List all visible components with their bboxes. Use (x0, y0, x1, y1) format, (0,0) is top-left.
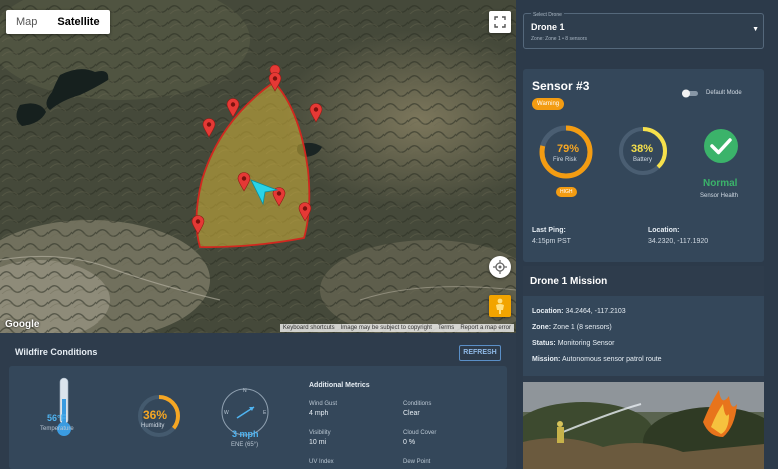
status-badge: Warning (532, 98, 565, 110)
map-type-toggle[interactable]: Map Satellite (6, 10, 110, 34)
mission-row-value: Autonomous sensor patrol route (561, 356, 662, 363)
metric-label: UV Index (309, 459, 334, 465)
mission-row-value: Monitoring Sensor (557, 340, 615, 347)
metric-label: Wind Gust (309, 401, 338, 407)
humidity-value: 36% (143, 408, 168, 422)
battery-label: Battery (633, 157, 653, 163)
metric-value: Clear (403, 410, 420, 417)
drone-arrow-icon[interactable] (249, 178, 279, 206)
wildfire-conditions-panel: Wildfire Conditions REFRESH 56°F Tempera… (0, 333, 516, 469)
attrib-copyright: Image may be subject to copyright (340, 325, 432, 331)
sensor-pin[interactable] (191, 215, 205, 235)
last-ping-value: 4:15pm PST (532, 238, 571, 245)
temperature-label: Temperature (40, 426, 74, 432)
map-attribution: Keyboard shortcuts Image may be subject … (279, 324, 514, 332)
location-label: Location: (648, 227, 680, 234)
drone-select[interactable]: Select Drone Drone 1 Zone: Zone 1 • 8 se… (523, 12, 764, 49)
sensor-pin[interactable] (202, 118, 216, 138)
metric-label: Cloud Cover (403, 430, 437, 436)
mission-title: Drone 1 Mission (530, 276, 608, 287)
compass-w: W (224, 410, 229, 416)
dropdown-caret-icon: ▼ (752, 26, 759, 33)
drone-select-value: Drone 1 (531, 22, 565, 32)
default-mode-label: Default Mode (706, 90, 742, 96)
drone-select-subtitle: Zone: Zone 1 • 8 sensors (531, 36, 587, 42)
metric-label: Visibility (309, 430, 331, 436)
default-mode-toggle[interactable] (681, 89, 699, 98)
attrib-shortcuts[interactable]: Keyboard shortcuts (283, 325, 335, 331)
firefighting-photo (523, 382, 764, 469)
mission-location: Location: 34.2464, -117.2103 (532, 308, 626, 315)
map-type-satellite[interactable]: Satellite (47, 10, 109, 34)
wildfire-conditions-title: Wildfire Conditions (15, 347, 98, 357)
mission-row-label: Mission: (532, 356, 561, 363)
fullscreen-button[interactable] (489, 11, 511, 33)
fire-risk-label: Fire Risk (553, 157, 577, 163)
google-logo: Google (5, 319, 40, 330)
attrib-report[interactable]: Report a map error (460, 325, 511, 331)
mission-status: Status: Monitoring Sensor (532, 340, 615, 347)
sensor-pin[interactable] (226, 98, 240, 118)
last-ping-label: Last Ping: (532, 227, 566, 234)
metric-label: Dew Point (403, 459, 431, 465)
fullscreen-icon (494, 16, 506, 28)
humidity-label: Humidity (141, 423, 165, 429)
attrib-terms[interactable]: Terms (438, 325, 454, 331)
checkmark-icon (704, 129, 738, 163)
crosshair-icon (493, 260, 507, 274)
additional-metrics-title: Additional Metrics (309, 382, 370, 389)
mission-row-value: Zone 1 (8 sensors) (553, 324, 612, 331)
sensor-health-value: Normal (703, 178, 738, 189)
refresh-button[interactable]: REFRESH (459, 345, 501, 361)
sensor-pin[interactable] (309, 103, 323, 123)
sensor-title: Sensor #3 (532, 79, 590, 93)
my-location-button[interactable] (489, 256, 511, 278)
pegman-icon (496, 298, 504, 314)
compass-n: N (243, 388, 247, 394)
mission-row-label: Status: (532, 340, 556, 347)
risk-level-badge: HIGH (556, 187, 577, 197)
mission-card: Drone 1 Mission Location: 34.2464, -117.… (523, 266, 764, 469)
mission-row-value: 34.2464, -117.2103 (565, 308, 626, 315)
compass-e: E (263, 410, 267, 416)
drone-select-label: Select Drone (531, 12, 564, 18)
temperature-value: 56°F (47, 413, 67, 423)
metric-label: Conditions (403, 401, 432, 407)
map-type-map[interactable]: Map (6, 10, 47, 34)
mission-description: Mission: Autonomous sensor patrol route (532, 356, 662, 363)
mission-details: Location: 34.2464, -117.2103 Zone: Zone … (523, 296, 764, 376)
metric-value: 10 mi (309, 439, 327, 446)
sensor-pin[interactable] (268, 72, 282, 92)
battery-value: 38% (631, 143, 654, 155)
fire-risk-value: 79% (557, 143, 580, 155)
mission-row-label: Location: (532, 308, 564, 315)
street-view-button[interactable] (489, 295, 511, 317)
app-root: Map Satellite Google Keyboard shortcuts … (0, 0, 778, 469)
metric-value: 4 mph (309, 410, 329, 417)
location-value: 34.2320, -117.1920 (648, 238, 709, 245)
mission-zone: Zone: Zone 1 (8 sensors) (532, 324, 612, 331)
metric-value: 0 % (403, 439, 416, 446)
map-terrain (0, 0, 516, 333)
satellite-map[interactable]: Map Satellite Google Keyboard shortcuts … (0, 0, 516, 333)
sensor-pin[interactable] (298, 202, 312, 222)
wind-speed: 3 mph (232, 429, 259, 439)
wind-direction: ENE (65°) (231, 442, 259, 448)
sensor-health-label: Sensor Health (700, 193, 739, 199)
mission-row-label: Zone: (532, 324, 552, 331)
sensor-card: Sensor #3 Warning Default Mode 79% Fire … (523, 69, 764, 262)
